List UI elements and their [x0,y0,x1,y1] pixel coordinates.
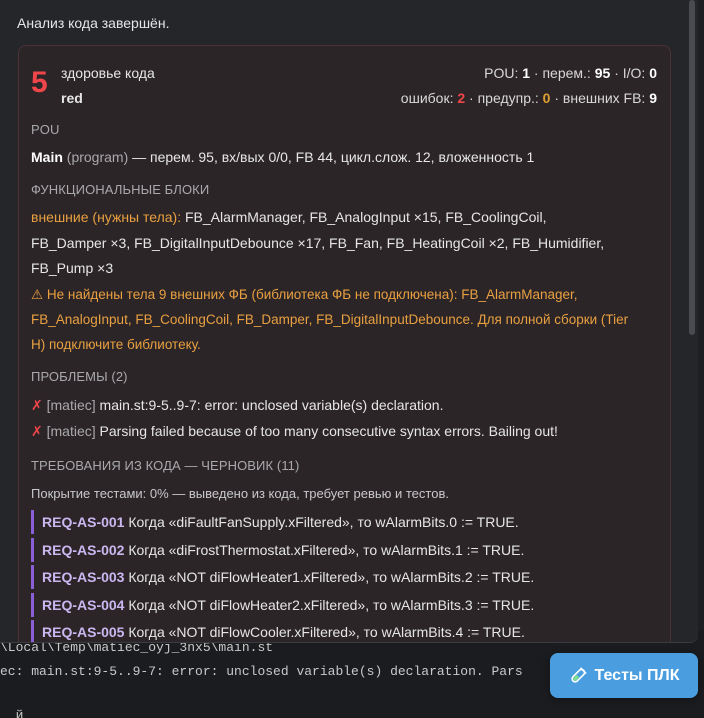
requirement-item: REQ-AS-001 Когда «diFaultFanSupply.xFilt… [31,510,621,534]
section-title-problems: ПРОБЛЕМЫ (2) [31,369,128,384]
requirement-text: Когда «NOT diFlowCooler.xFiltered», то w… [128,624,525,640]
error-x-icon: ✗ [31,423,43,439]
stats-row-issues: ошибок: 2 · предупр.: 0 · внешних FB: 9 [401,90,657,106]
fb-warning-line: ⚠ Не найдены тела 9 внешних ФБ (библиоте… [31,287,578,302]
io-label: · I/O: [614,65,646,81]
analysis-panel[interactable]: Анализ кода завершён. 5 здоровье кода re… [0,0,698,643]
requirement-id: REQ-AS-002 [42,542,125,558]
problem-item: ✗ [matiec] main.st:9-5..9-7: error: uncl… [31,397,443,414]
error-x-icon: ✗ [31,397,43,413]
vars-label: · перем.: [533,65,591,81]
external-fb-label: · внешних FB: [554,90,646,106]
fb-external-line: FB_Damper ×3, FB_DigitalInputDebounce ×1… [31,235,605,251]
fb-warning-line: H) подключите библиотеку. [31,337,201,352]
problem-source: [matiec] [46,423,96,439]
pou-label: POU: [484,65,519,81]
external-fb-count: 9 [649,90,657,106]
pou-summary-line: Main (program) — перем. 95, вх/вых 0/0, … [31,149,534,165]
section-title-requirements: ТРЕБОВАНИЯ ИЗ КОДА — ЧЕРНОВИК (11) [31,458,300,473]
status-message: Анализ кода завершён. [17,15,170,31]
warnings-label: · предупр.: [469,90,539,106]
requirement-id: REQ-AS-005 [42,624,125,640]
requirement-text: Когда «NOT diFlowHeater2.xFiltered», то … [128,597,535,613]
requirement-id: REQ-AS-004 [42,597,125,613]
problem-text: main.st:9-5..9-7: error: unclosed variab… [99,397,444,413]
scrollbar-thumb[interactable] [689,0,695,335]
requirement-item: REQ-AS-004 Когда «NOT diFlowHeater2.xFil… [31,593,621,617]
plc-tests-label: Тесты ПЛК [594,666,680,684]
pou-kind: (program) [66,149,129,165]
section-title-pou: POU [31,122,60,137]
terminal-line: й [0,708,24,718]
plc-tests-button[interactable]: Тесты ПЛК [550,653,698,698]
fb-external-label: внешние (нужны тела): [31,209,182,225]
code-health-card: 5 здоровье кода red POU: 1 · перем.: 95 … [18,45,671,642]
problem-source: [matiec] [46,397,96,413]
requirement-id: REQ-AS-003 [42,569,125,585]
fb-external-line: внешние (нужны тела): FB_AlarmManager, F… [31,209,546,225]
errors-label: ошибок: [400,90,454,106]
pou-name: Main [31,149,63,165]
requirement-item: REQ-AS-003 Когда «NOT diFlowHeater1.xFil… [31,565,621,589]
fb-external-line: FB_Pump ×3 [31,260,114,276]
pou-details: — перем. 95, вх/вых 0/0, FB 44, цикл.сло… [132,149,535,165]
requirement-text: Когда «diFrostThermostat.xFiltered», то … [128,542,525,558]
coverage-note: Покрытие тестами: 0% — выведено из кода,… [31,486,449,501]
health-label: здоровье кода [61,65,155,81]
stats-row-counts: POU: 1 · перем.: 95 · I/O: 0 [484,65,657,81]
requirement-id: REQ-AS-001 [42,514,125,530]
pou-count: 1 [522,65,531,81]
health-score: 5 [31,66,48,99]
test-tube-icon [569,666,587,685]
errors-count: 2 [457,90,466,106]
requirement-item: REQ-AS-005 Когда «NOT diFlowCooler.xFilt… [31,620,621,642]
terminal-line: ec: main.st:9-5..9-7: error: unclosed va… [0,664,523,679]
requirement-text: Когда «diFaultFanSupply.xFiltered», то w… [128,514,519,530]
problem-item: ✗ [matiec] Parsing failed because of too… [31,423,558,440]
requirement-item: REQ-AS-002 Когда «diFrostThermostat.xFil… [31,538,621,562]
requirement-text: Когда «NOT diFlowHeater1.xFiltered», то … [128,569,535,585]
io-count: 0 [649,65,657,81]
vars-count: 95 [594,65,611,81]
warnings-count: 0 [542,90,551,106]
section-title-fb: ФУНКЦИОНАЛЬНЫЕ БЛОКИ [31,182,210,197]
scrollbar[interactable] [686,0,698,642]
problem-text: Parsing failed because of too many conse… [99,423,558,439]
health-grade: red [61,90,83,106]
fb-warning-line: FB_AnalogInput, FB_CoolingCoil, FB_Dampe… [31,312,629,327]
fb-external-list: FB_AlarmManager, FB_AnalogInput ×15, FB_… [185,209,547,225]
